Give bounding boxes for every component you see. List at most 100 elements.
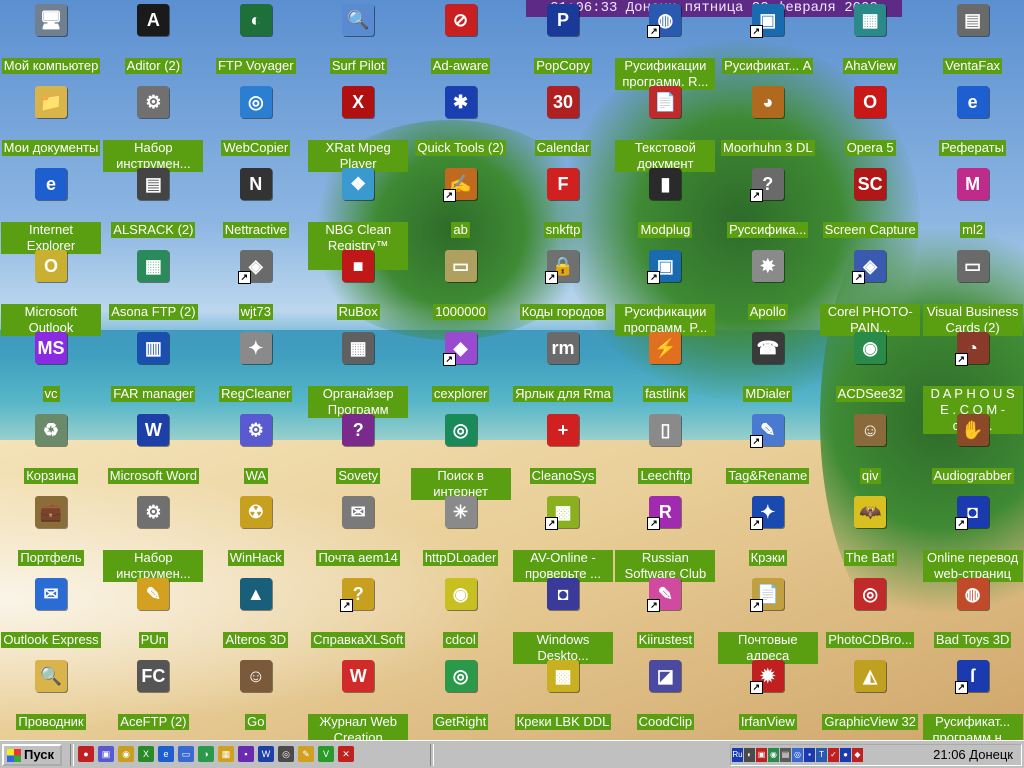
desktop-icon-ab[interactable]: ✍ ab bbox=[411, 168, 511, 239]
ql-3-icon[interactable]: ◉ bbox=[118, 746, 134, 762]
desktop-icon-postal-addresses[interactable]: 📄Почтовые адреса bbox=[717, 578, 818, 665]
desktop-icon-screen-capture[interactable]: SC Screen Capture bbox=[820, 168, 920, 239]
desktop-icon-the-bat[interactable]: 🦇 The Bat! bbox=[820, 496, 920, 567]
tray-9-icon[interactable]: ● bbox=[840, 748, 851, 762]
desktop-icon-far-manager[interactable]: ▥ FAR manager bbox=[103, 332, 203, 403]
desktop-icon-kiirustest[interactable]: ✎ Kiirustest bbox=[615, 578, 715, 649]
tray-3-icon[interactable]: ◉ bbox=[768, 748, 779, 762]
desktop-icon-rubox[interactable]: ■ RuBox bbox=[308, 250, 408, 321]
desktop-icon-microsoft-word[interactable]: W Microsoft Word bbox=[103, 414, 203, 485]
desktop-icon-ml2[interactable]: Mml2 bbox=[923, 168, 1023, 239]
desktop-icon-coodclip[interactable]: ◪ CoodClip bbox=[615, 660, 715, 731]
tray-1-icon[interactable]: ◐ bbox=[744, 748, 755, 762]
ql-7-icon[interactable]: ◑ bbox=[198, 746, 214, 762]
desktop-icon-mail-aem14[interactable]: ✉ Почта aem14 bbox=[308, 496, 408, 567]
desktop-icon-referaty[interactable]: e Рефераты bbox=[923, 86, 1023, 157]
desktop-icon-bad-toys-3d[interactable]: ◍ Bad Toys 3D bbox=[923, 578, 1023, 649]
desktop-icon-internet-explorer[interactable]: e Internet Explorer bbox=[1, 168, 101, 255]
desktop-icon-cexplorer[interactable]: ◆ cexplorer bbox=[411, 332, 511, 403]
desktop-icon-popcopy[interactable]: P PopCopy bbox=[513, 4, 613, 75]
desktop-icon-audiograbber[interactable]: ✋ Audiograbber bbox=[923, 414, 1023, 485]
desktop-icon-alteros-3d[interactable]: ▲ Alteros 3D bbox=[206, 578, 306, 649]
tray-7-icon[interactable]: T bbox=[816, 748, 827, 762]
tray-8-icon[interactable]: ✓ bbox=[828, 748, 839, 762]
desktop-icon-mdialer[interactable]: ☎ MDialer bbox=[718, 332, 818, 403]
desktop-icon-httpdloader[interactable]: ✳ httpDLoader bbox=[411, 496, 511, 567]
tray-4-icon[interactable]: ▤ bbox=[780, 748, 791, 762]
tray-5-icon[interactable]: ◎ bbox=[792, 748, 803, 762]
desktop-icon-visual-business-cards[interactable]: ▭ Visual Business Cards (2) bbox=[922, 250, 1023, 337]
desktop-icon-webcopier[interactable]: ◎ WebCopier bbox=[206, 86, 306, 157]
ql-4-icon[interactable]: X bbox=[138, 746, 154, 762]
desktop-icon-alsrack[interactable]: ▤ ALSRACK (2) bbox=[103, 168, 203, 239]
start-button[interactable]: Пуск bbox=[2, 744, 62, 766]
desktop-icon-kreki-lbk[interactable]: ▩ Креки LBK DDL bbox=[513, 660, 613, 731]
desktop-icon-fastlink[interactable]: ⚡ fastlink bbox=[615, 332, 715, 403]
desktop-icon-my-computer[interactable]: 🖥 Мой компьютер bbox=[1, 4, 101, 75]
desktop-icon-outlook-express[interactable]: ✉ Outlook Express bbox=[1, 578, 101, 649]
desktop-icon-briefcase[interactable]: 💼 Портфель bbox=[1, 496, 101, 567]
desktop-icon-spravka-xlsoft[interactable]: ? СправкаXLSoft bbox=[308, 578, 408, 649]
desktop-icon-opera-5[interactable]: O Opera 5 bbox=[820, 86, 920, 157]
desktop-icon-wa[interactable]: ⚙ WA bbox=[206, 414, 306, 485]
desktop-icon-search-internet[interactable]: ◎ Поиск в интернет bbox=[410, 414, 511, 501]
desktop-icon-nettractive[interactable]: N Nettractive bbox=[206, 168, 306, 239]
desktop-icon-qiv[interactable]: ☺ qiv bbox=[820, 414, 920, 485]
desktop-icon-pun[interactable]: ✎ PUn bbox=[103, 578, 203, 649]
desktop-icon-wjt73[interactable]: ◈ wjt73 bbox=[206, 250, 306, 321]
desktop-icon-organizer[interactable]: ▦ Органайзер Программ bbox=[308, 332, 409, 419]
ql-2-icon[interactable]: ▣ bbox=[98, 746, 114, 762]
desktop-icon-online-translate[interactable]: ◘Online перевод web-страниц bbox=[922, 496, 1023, 583]
desktop-icon-modplug[interactable]: ▮ Modplug bbox=[615, 168, 715, 239]
ql-1-icon[interactable]: ● bbox=[78, 746, 94, 762]
desktop-icon-rusifikacii-1[interactable]: ◍Русификации программ. R... bbox=[615, 4, 716, 91]
desktop-icon-cdcol[interactable]: ◉ cdcol bbox=[411, 578, 511, 649]
desktop-icon-kreki[interactable]: ✦ Крэки bbox=[718, 496, 818, 567]
desktop-icon-toolkit-2[interactable]: ⚙ Набор инструмен... bbox=[103, 496, 204, 583]
desktop-icon-aditor[interactable]: A Aditor (2) bbox=[103, 4, 203, 75]
tray-2-icon[interactable]: ▣ bbox=[756, 748, 767, 762]
desktop-icon-recycle-bin[interactable]: ♻ Корзина bbox=[1, 414, 101, 485]
desktop-icon-vc[interactable]: MS vc bbox=[1, 332, 101, 403]
ql-12-icon[interactable]: ✎ bbox=[298, 746, 314, 762]
desktop-icon-rusifikat-last[interactable]: ſ Русификат... программ н... bbox=[922, 660, 1023, 740]
desktop-icon-rusifikacii-2[interactable]: ▣Русификации программ. P... bbox=[615, 250, 716, 337]
desktop-icon-russifika[interactable]: ? Руссифика... bbox=[718, 168, 818, 239]
tray-clock[interactable]: 21:06 Донецк bbox=[933, 747, 1013, 762]
desktop-icon-cleanosys[interactable]: + CleanoSys bbox=[513, 414, 613, 485]
desktop-icon-ventafax[interactable]: ▤ VentaFax bbox=[923, 4, 1023, 75]
desktop-icon-xrat-mpeg[interactable]: X XRat Mpeg Player bbox=[308, 86, 409, 173]
desktop-icon-apollo[interactable]: ✸ Apollo bbox=[718, 250, 818, 321]
ql-10-icon[interactable]: W bbox=[258, 746, 274, 762]
desktop-icon-ahaview[interactable]: ▦ AhaView bbox=[820, 4, 920, 75]
ql-9-icon[interactable]: ▪ bbox=[238, 746, 254, 762]
ql-11-icon[interactable]: ◎ bbox=[278, 746, 294, 762]
desktop-icon-irfanview[interactable]: ✹ IrfanView bbox=[718, 660, 818, 731]
ql-14-icon[interactable]: ✕ bbox=[338, 746, 354, 762]
desktop-icon-moorhuhn[interactable]: ◕ Moorhuhn 3 DL bbox=[718, 86, 818, 157]
tray-10-icon[interactable]: ◆ bbox=[852, 748, 863, 762]
ql-8-icon[interactable]: ▦ bbox=[218, 746, 234, 762]
desktop-icon-corel-photo-paint[interactable]: ◈Corel PHOTO-PAIN... bbox=[820, 250, 921, 337]
desktop-icon-microsoft-outlook[interactable]: O Microsoft Outlook bbox=[1, 250, 101, 337]
desktop-icon-av-online[interactable]: ▩AV-Online - проверьте ... bbox=[513, 496, 613, 583]
desktop-icon-aceftp[interactable]: FC AceFTP (2) bbox=[103, 660, 203, 731]
desktop-icon-explorer[interactable]: 🔍 Проводник bbox=[1, 660, 101, 731]
tray-6-icon[interactable]: ▪ bbox=[804, 748, 815, 762]
desktop-icon-winhack[interactable]: ☢ WinHack bbox=[206, 496, 306, 567]
desktop-icon-windows-desktop[interactable]: ◘ Windows Deskto... bbox=[513, 578, 613, 665]
desktop-icon-go[interactable]: ☺ Go bbox=[206, 660, 306, 731]
desktop-icon-asona-ftp[interactable]: ▦ Asona FTP (2) bbox=[103, 250, 203, 321]
desktop-icon-text-document[interactable]: 📄 Текстовой документ bbox=[615, 86, 716, 173]
desktop-icon-snkftp[interactable]: Fsnkftp bbox=[513, 168, 613, 239]
desktop-icon-graphicview-32[interactable]: ◭ GraphicView 32 bbox=[820, 660, 920, 731]
desktop-icon-my-documents[interactable]: 📁 Мои документы bbox=[1, 86, 101, 157]
desktop-icon-russian-software-club[interactable]: RRussian Software Club bbox=[615, 496, 716, 583]
desktop-icon-web-creation[interactable]: W Журнал Web Creation bbox=[308, 660, 409, 740]
desktop-icon-photocdbro[interactable]: ◎ PhotoCDBro... bbox=[820, 578, 920, 649]
desktop-icon-ftp-voyager[interactable]: ◐ FTP Voyager bbox=[206, 4, 306, 75]
lang-indicator-icon[interactable]: Ru bbox=[732, 748, 743, 762]
desktop-icon-leechftp[interactable]: ▯ Leechftp bbox=[615, 414, 715, 485]
desktop-icon-toolkit-1[interactable]: ⚙ Набор инструмен... bbox=[103, 86, 204, 173]
desktop-icon-tag-rename[interactable]: ✎ Tag&Rename bbox=[718, 414, 818, 485]
